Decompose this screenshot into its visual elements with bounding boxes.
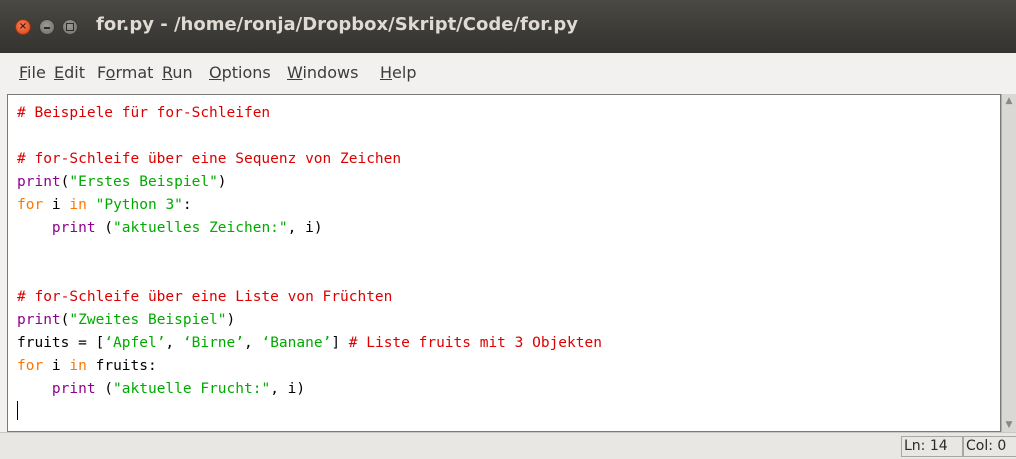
- code-token: fruits:: [86, 358, 157, 374]
- code-token: print: [17, 174, 61, 190]
- code-token: # Liste fruits mit 3 Objekten: [348, 335, 602, 351]
- vertical-scrollbar[interactable]: ▲ ▼: [1001, 94, 1016, 432]
- code-token: ]: [331, 335, 349, 351]
- code-token: # for-Schleife über eine Liste von Früch…: [17, 289, 393, 305]
- code-token: ): [226, 312, 236, 328]
- code-line[interactable]: # for-Schleife über eine Sequenz von Zei…: [17, 148, 602, 171]
- maximize-button[interactable]: [62, 19, 78, 35]
- code-line[interactable]: for i in "Python 3":: [17, 194, 602, 217]
- code-line[interactable]: [17, 240, 602, 263]
- code-token: , i): [270, 381, 306, 397]
- title-bar[interactable]: × for.py - /home/ronja/Dropbox/Skript/Co…: [0, 0, 1016, 53]
- code-token: # for-Schleife über eine Sequenz von Zei…: [17, 151, 402, 167]
- code-token: in: [69, 358, 87, 374]
- close-button[interactable]: ×: [15, 19, 31, 35]
- code-token: "aktuelle Frucht:": [113, 381, 271, 397]
- code-editor[interactable]: # Beispiele für for-Schleifen # for-Schl…: [7, 94, 1001, 432]
- code-line[interactable]: for i in fruits:: [17, 355, 602, 378]
- scroll-up-arrow-icon[interactable]: ▲: [1002, 94, 1016, 108]
- code-token: "Zweites Beispiel": [69, 312, 227, 328]
- code-token: # Beispiele für for-Schleifen: [17, 105, 271, 121]
- code-line[interactable]: [17, 125, 602, 148]
- column-number-indicator: Col: 0: [963, 436, 1016, 457]
- code-token: for: [17, 197, 44, 213]
- code-token: print: [51, 220, 96, 236]
- text-cursor: [17, 401, 18, 420]
- code-text[interactable]: # Beispiele für for-Schleifen # for-Schl…: [17, 102, 602, 425]
- scroll-down-arrow-icon[interactable]: ▼: [1002, 418, 1016, 432]
- code-token: i: [43, 358, 70, 374]
- idle-editor-window: × for.py - /home/ronja/Dropbox/Skript/Co…: [0, 0, 1016, 459]
- code-line[interactable]: print("Zweites Beispiel"): [17, 309, 602, 332]
- code-token: :: [182, 197, 192, 213]
- menu-windows[interactable]: Windows: [287, 63, 358, 82]
- code-token: "aktuelles Zeichen:": [113, 220, 288, 236]
- code-token: fruits = [: [17, 335, 105, 351]
- code-token: "Python 3": [95, 197, 183, 213]
- status-bar: Ln: 14 Col: 0: [0, 432, 1016, 459]
- code-line[interactable]: # Beispiele für for-Schleifen: [17, 102, 602, 125]
- code-token: ,: [244, 335, 262, 351]
- code-token: ,: [165, 335, 183, 351]
- code-token: (: [95, 220, 114, 236]
- menu-edit[interactable]: Edit: [54, 63, 85, 82]
- code-token: ‘Apfel’: [104, 335, 166, 351]
- line-number-indicator: Ln: 14: [901, 436, 963, 457]
- code-token: for: [17, 358, 44, 374]
- menu-run[interactable]: Run: [162, 63, 193, 82]
- code-token: "Erstes Beispiel": [69, 174, 218, 190]
- window-title: for.py - /home/ronja/Dropbox/Skript/Code…: [96, 14, 578, 35]
- code-token: ‘Birne’: [182, 335, 244, 351]
- code-token: print: [17, 312, 61, 328]
- code-token: , i): [287, 220, 323, 236]
- code-line[interactable]: print("Erstes Beispiel"): [17, 171, 602, 194]
- code-line[interactable]: # for-Schleife über eine Liste von Früch…: [17, 286, 602, 309]
- code-token: ): [217, 174, 227, 190]
- menu-format[interactable]: Format: [97, 63, 153, 82]
- code-token: print: [51, 381, 96, 397]
- code-line[interactable]: print ("aktuelle Frucht:", i): [17, 378, 602, 401]
- menu-file[interactable]: File: [19, 63, 46, 82]
- code-token: ‘Banane’: [261, 335, 332, 351]
- code-line[interactable]: [17, 401, 602, 425]
- code-line[interactable]: fruits = [‘Apfel’, ‘Birne’, ‘Banane’] # …: [17, 332, 602, 355]
- code-line[interactable]: print ("aktuelles Zeichen:", i): [17, 217, 602, 240]
- menu-bar: File Edit Format Run Options Windows Hel…: [0, 53, 1016, 93]
- code-token: (: [95, 381, 114, 397]
- code-line[interactable]: [17, 263, 602, 286]
- code-token: in: [69, 197, 87, 213]
- menu-options[interactable]: Options: [209, 63, 271, 82]
- code-token: i: [43, 197, 70, 213]
- menu-help[interactable]: Help: [380, 63, 416, 82]
- minimize-button[interactable]: [39, 19, 55, 35]
